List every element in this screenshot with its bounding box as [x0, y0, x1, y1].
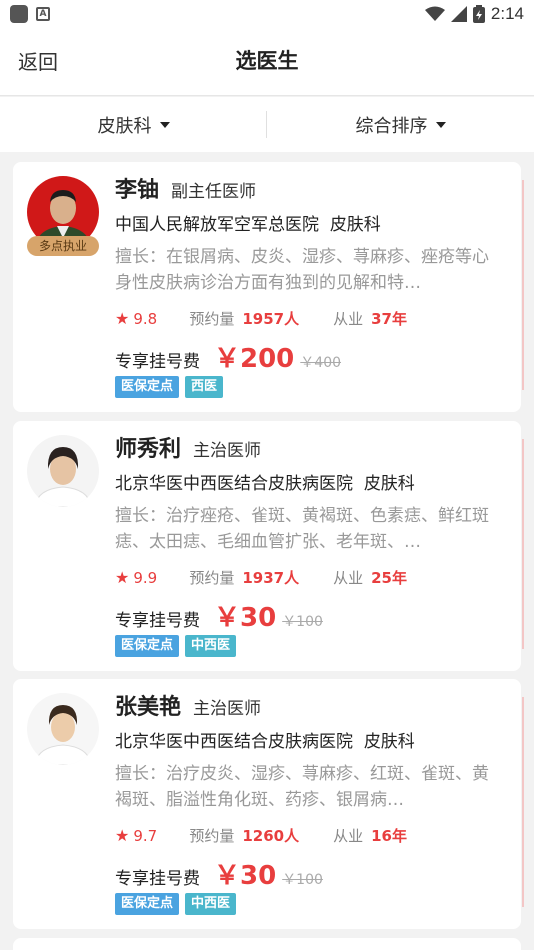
tag-medicine-type: 中西医 — [185, 635, 237, 657]
doctor-name-row: 张美艳 主治医师 — [115, 689, 261, 721]
doctor-specialty: 擅长：在银屑病、皮炎、湿疹、荨麻疹、痤疮等心身性皮肤病诊治方面有独到的见解和特… — [115, 247, 489, 293]
fee-original-price: ￥400 — [300, 355, 342, 371]
doctor-card[interactable]: 多点执业 李铀 副主任医师 中国人民解放军空军总医院 皮肤科 擅长：在银屑病、皮… — [13, 162, 524, 412]
practice-years: 25年 — [371, 569, 407, 587]
doctor-tags: 医保定点 中西医 — [115, 635, 237, 657]
status-bar: A 2:14 — [0, 0, 534, 28]
practice-label: 从业 — [333, 569, 364, 587]
appointments-count: 1957人 — [242, 310, 300, 328]
fee-label: 专享挂号费 — [115, 611, 200, 631]
doctor-hospital: 北京华医中西医结合皮肤病医院 — [115, 474, 353, 494]
doctor-rating: 9.7 — [133, 826, 158, 845]
doctor-title: 主治医师 — [193, 699, 262, 719]
appointments-label: 预约量 — [189, 310, 235, 328]
page-title: 选医生 — [235, 49, 299, 73]
tag-insurance: 医保定点 — [115, 893, 180, 915]
fee-price: ￥200 — [214, 344, 295, 374]
tag-medicine-type: 西医 — [185, 376, 224, 398]
doctor-stats: ★ 9.9 预约量 1937人 从业 25年 — [115, 567, 407, 588]
doctor-rating: 9.8 — [133, 309, 158, 328]
notification-app-icon — [10, 5, 28, 23]
doctor-department: 皮肤科 — [363, 474, 415, 494]
doctor-name: 李铀 — [115, 178, 160, 203]
status-notifications: A — [10, 5, 50, 23]
practice-label: 从业 — [333, 310, 364, 328]
doctor-department: 皮肤科 — [329, 215, 381, 235]
doctor-stats: ★ 9.8 预约量 1957人 从业 37年 — [115, 308, 407, 329]
notification-a-icon: A — [36, 7, 50, 21]
doctor-name-row: 师秀利 主治医师 — [115, 431, 261, 463]
next-doctor-card-peek[interactable] — [13, 938, 521, 950]
fee-price: ￥30 — [214, 861, 277, 891]
fee-original-price: ￥100 — [282, 872, 323, 888]
sort-filter[interactable]: 综合排序 — [267, 97, 534, 152]
cellular-signal-icon — [450, 6, 467, 22]
card-edge-decoration — [522, 180, 524, 390]
star-icon: ★ — [115, 568, 130, 587]
doctor-name: 张美艳 — [115, 695, 182, 720]
doctor-hospital-row: 北京华医中西医结合皮肤病医院 皮肤科 — [115, 727, 415, 752]
doctor-tags: 医保定点 中西医 — [115, 893, 237, 915]
fee-label: 专享挂号费 — [115, 869, 200, 889]
doctor-avatar — [27, 435, 99, 507]
status-indicators: 2:14 — [424, 4, 524, 24]
star-icon: ★ — [115, 826, 130, 845]
caret-down-icon — [159, 121, 170, 128]
appointments-count: 1937人 — [242, 569, 300, 587]
tag-medicine-type: 中西医 — [185, 893, 237, 915]
doctor-rating: 9.9 — [133, 568, 158, 587]
appointments-label: 预约量 — [189, 827, 235, 845]
status-time: 2:14 — [490, 4, 524, 23]
practice-label: 从业 — [333, 827, 364, 845]
doctor-department: 皮肤科 — [363, 732, 415, 752]
doctor-tags: 医保定点 西医 — [115, 376, 224, 398]
card-edge-decoration — [522, 697, 524, 907]
doctor-avatar — [27, 693, 99, 765]
multi-practice-badge: 多点执业 — [27, 236, 99, 256]
department-filter[interactable]: 皮肤科 — [0, 97, 267, 152]
sort-filter-label: 综合排序 — [355, 115, 428, 137]
doctor-hospital: 北京华医中西医结合皮肤病医院 — [115, 732, 353, 752]
doctor-fee-row: 专享挂号费 ￥30 ￥100 — [115, 597, 323, 634]
card-edge-decoration — [522, 439, 524, 649]
practice-years: 37年 — [371, 310, 407, 328]
doctor-title: 主治医师 — [193, 441, 262, 461]
doctor-name-row: 李铀 副主任医师 — [115, 172, 256, 204]
practice-years: 16年 — [371, 827, 407, 845]
appointments-label: 预约量 — [189, 569, 235, 587]
appointments-count: 1260人 — [242, 827, 300, 845]
doctor-name: 师秀利 — [115, 437, 182, 462]
caret-down-icon — [435, 121, 446, 128]
tag-insurance: 医保定点 — [115, 376, 180, 398]
navigation-header: 返回 选医生 — [0, 28, 534, 96]
doctor-hospital: 中国人民解放军空军总医院 — [115, 215, 319, 235]
doctor-card[interactable]: 张美艳 主治医师 北京华医中西医结合皮肤病医院 皮肤科 擅长：治疗皮炎、湿疹、荨… — [13, 679, 524, 929]
department-filter-label: 皮肤科 — [97, 115, 152, 137]
star-icon: ★ — [115, 309, 130, 328]
doctor-specialty: 擅长：治疗痤疮、雀斑、黄褐斑、色素痣、鲜红斑痣、太田痣、毛细血管扩张、老年斑、… — [115, 506, 489, 552]
fee-original-price: ￥100 — [282, 614, 323, 630]
doctor-title: 副主任医师 — [171, 182, 257, 202]
wifi-icon — [424, 6, 445, 21]
doctor-fee-row: 专享挂号费 ￥200 ￥400 — [115, 338, 341, 375]
doctor-fee-row: 专享挂号费 ￥30 ￥100 — [115, 855, 323, 892]
doctor-hospital-row: 中国人民解放军空军总医院 皮肤科 — [115, 210, 381, 235]
fee-label: 专享挂号费 — [115, 352, 200, 372]
doctor-stats: ★ 9.7 预约量 1260人 从业 16年 — [115, 825, 407, 846]
doctor-specialty: 擅长：治疗皮炎、湿疹、荨麻疹、红斑、雀斑、黄褐斑、脂溢性角化斑、药疹、银屑病… — [115, 764, 489, 810]
battery-charging-icon — [472, 5, 485, 23]
doctor-hospital-row: 北京华医中西医结合皮肤病医院 皮肤科 — [115, 469, 415, 494]
doctor-card[interactable]: 师秀利 主治医师 北京华医中西医结合皮肤病医院 皮肤科 擅长：治疗痤疮、雀斑、黄… — [13, 421, 524, 671]
filter-bar: 皮肤科 综合排序 — [0, 97, 534, 152]
tag-insurance: 医保定点 — [115, 635, 180, 657]
fee-price: ￥30 — [214, 603, 277, 633]
